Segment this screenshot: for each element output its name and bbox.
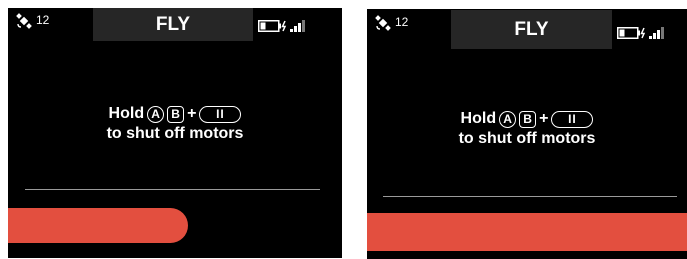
power-status (617, 27, 667, 39)
instruction-line2: to shut off motors (458, 130, 596, 147)
satellite-count: 12 (36, 13, 50, 27)
battery-charging-icon (617, 27, 646, 39)
plus-sign: + (187, 105, 197, 122)
satellite-icon (16, 13, 32, 29)
divider (383, 196, 677, 197)
satellite-icon (375, 15, 391, 31)
signal-strength-icon (290, 20, 305, 32)
button-a-glyph: A (147, 105, 165, 123)
drone-screen-complete: 12 FLY Hold A B + II to shut off motors (367, 9, 687, 259)
flight-mode-title: FLY (451, 10, 612, 49)
satellite-status: 12 (16, 13, 49, 29)
hold-label: Hold (108, 105, 145, 122)
pause-button-glyph: II (551, 110, 594, 128)
instruction-line2: to shut off motors (106, 125, 244, 142)
hold-progress-fill (8, 208, 189, 243)
hold-progress-fill (367, 213, 687, 251)
button-a-glyph: A (499, 110, 517, 128)
pause-button-glyph: II (199, 105, 242, 123)
button-b-glyph: B (519, 110, 537, 128)
flight-mode-title: FLY (93, 8, 253, 41)
plus-sign: + (539, 110, 549, 127)
shutoff-instruction: Hold A B + II to shut off motors (367, 109, 687, 149)
button-b-glyph: B (167, 105, 185, 123)
satellite-count: 12 (395, 15, 409, 29)
hold-progress-bar (8, 208, 342, 243)
battery-charging-icon (258, 20, 287, 32)
power-status (258, 20, 308, 32)
shutoff-instruction: Hold A B + II to shut off motors (8, 104, 342, 144)
hold-progress-bar (367, 213, 687, 251)
drone-screen-holding: 12 FLY Hold A B + II to shut off motors (8, 8, 342, 258)
signal-strength-icon (649, 27, 664, 39)
satellite-status: 12 (375, 15, 408, 31)
hold-label: Hold (460, 110, 497, 127)
divider (25, 189, 320, 190)
